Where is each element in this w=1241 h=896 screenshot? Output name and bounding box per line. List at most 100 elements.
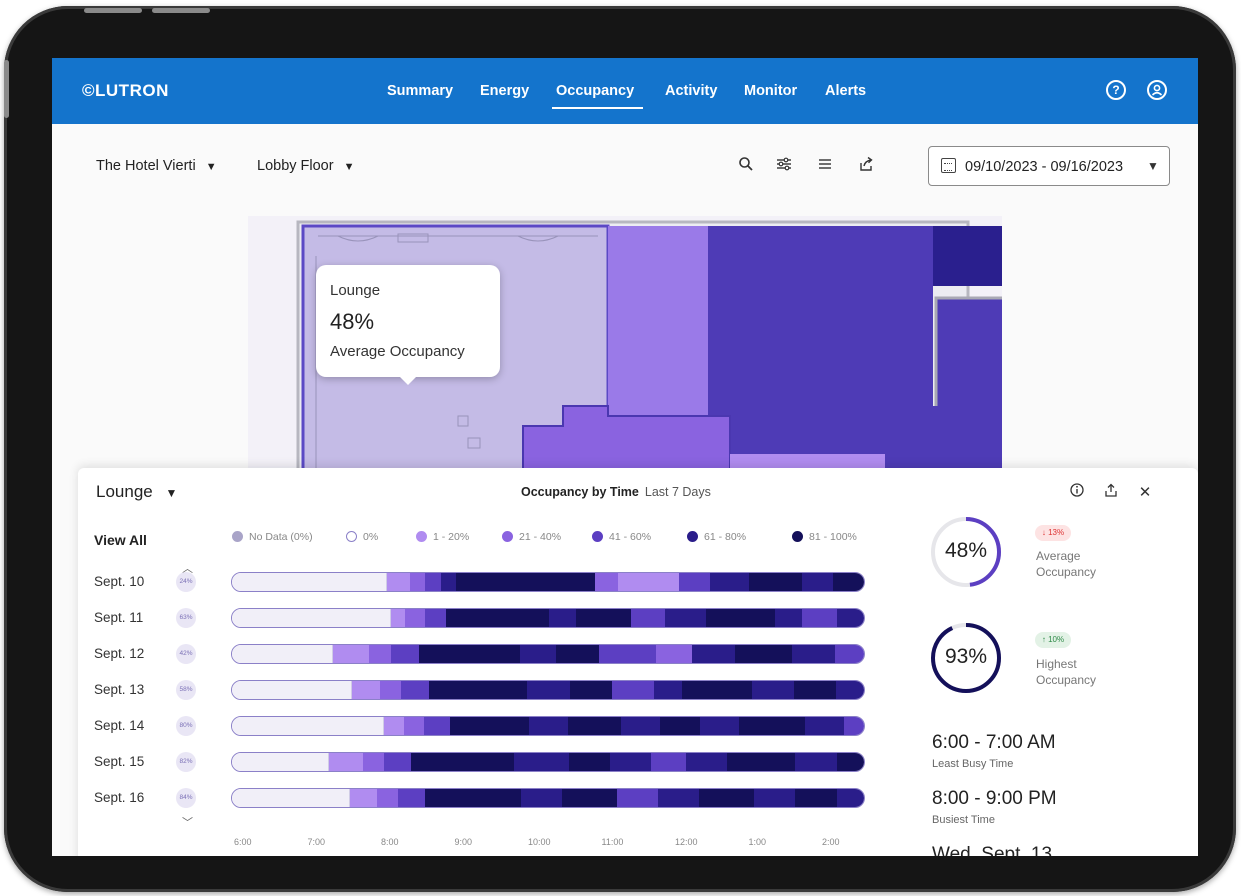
timeline-segment[interactable] bbox=[658, 789, 700, 807]
timeline-segment[interactable] bbox=[333, 645, 370, 663]
timeline-segment[interactable] bbox=[836, 789, 864, 807]
timeline-segment[interactable] bbox=[232, 609, 391, 627]
timeline-segment[interactable] bbox=[748, 573, 803, 591]
timeline-segment[interactable] bbox=[611, 681, 654, 699]
timeline-segment[interactable] bbox=[691, 645, 735, 663]
timeline-segment[interactable] bbox=[363, 753, 384, 771]
timeline-segment[interactable] bbox=[665, 609, 707, 627]
timeline-segment[interactable] bbox=[390, 645, 420, 663]
date-range-picker[interactable]: 09/10/2023 - 09/16/2023 ▼ bbox=[928, 146, 1170, 186]
help-icon[interactable]: ? bbox=[1106, 80, 1126, 100]
view-all-link[interactable]: View All bbox=[94, 532, 147, 548]
timeline-segment[interactable] bbox=[699, 717, 740, 735]
timeline-segment[interactable] bbox=[835, 681, 864, 699]
timeline-segment[interactable] bbox=[456, 573, 595, 591]
timeline-segment[interactable] bbox=[369, 645, 391, 663]
nav-monitor[interactable]: Monitor bbox=[744, 83, 797, 99]
timeline-segment[interactable] bbox=[617, 789, 659, 807]
timeline-segment[interactable] bbox=[232, 753, 330, 771]
timeline-segment[interactable] bbox=[754, 789, 796, 807]
timeline-segment[interactable] bbox=[739, 717, 805, 735]
timeline-segment[interactable] bbox=[548, 609, 576, 627]
timeline-segment[interactable] bbox=[329, 753, 364, 771]
room-c[interactable] bbox=[708, 226, 933, 406]
timeline-segment[interactable] bbox=[751, 681, 794, 699]
timeline-segment[interactable] bbox=[397, 789, 426, 807]
account-icon[interactable] bbox=[1147, 80, 1167, 100]
timeline-segment[interactable] bbox=[445, 609, 549, 627]
nav-activity[interactable]: Activity bbox=[665, 83, 717, 99]
room-dropdown[interactable]: Lounge ▼ bbox=[96, 482, 177, 502]
timeline-segment[interactable] bbox=[575, 609, 631, 627]
timeline-segment[interactable] bbox=[232, 645, 334, 663]
occupancy-timeline-bar[interactable] bbox=[231, 572, 865, 592]
timeline-segment[interactable] bbox=[232, 789, 350, 807]
share-icon[interactable] bbox=[855, 156, 877, 178]
timeline-segment[interactable] bbox=[660, 717, 700, 735]
occupancy-timeline-bar[interactable] bbox=[231, 716, 865, 736]
timeline-segment[interactable] bbox=[569, 681, 612, 699]
occupancy-timeline-bar[interactable] bbox=[231, 752, 865, 772]
timeline-segment[interactable] bbox=[528, 717, 569, 735]
timeline-segment[interactable] bbox=[836, 609, 864, 627]
scroll-down-icon[interactable]: ﹀ bbox=[182, 814, 193, 830]
nav-summary[interactable]: Summary bbox=[387, 83, 453, 99]
timeline-segment[interactable] bbox=[419, 645, 520, 663]
list-icon[interactable] bbox=[814, 156, 836, 178]
timeline-segment[interactable] bbox=[802, 573, 834, 591]
timeline-segment[interactable] bbox=[795, 753, 837, 771]
timeline-segment[interactable] bbox=[568, 717, 621, 735]
nav-occupancy[interactable]: Occupancy bbox=[556, 83, 634, 99]
timeline-segment[interactable] bbox=[232, 681, 353, 699]
timeline-segment[interactable] bbox=[802, 609, 837, 627]
floor-dropdown[interactable]: Lobby Floor ▼ bbox=[257, 158, 355, 174]
timeline-segment[interactable] bbox=[699, 789, 755, 807]
timeline-segment[interactable] bbox=[440, 573, 457, 591]
timeline-segment[interactable] bbox=[383, 753, 412, 771]
timeline-segment[interactable] bbox=[833, 573, 864, 591]
timeline-segment[interactable] bbox=[449, 717, 529, 735]
timeline-segment[interactable] bbox=[651, 753, 686, 771]
timeline-segment[interactable] bbox=[527, 681, 570, 699]
timeline-segment[interactable] bbox=[380, 681, 402, 699]
timeline-segment[interactable] bbox=[594, 573, 618, 591]
timeline-segment[interactable] bbox=[792, 645, 836, 663]
occupancy-timeline-bar[interactable] bbox=[231, 680, 865, 700]
timeline-segment[interactable] bbox=[734, 645, 793, 663]
room-d[interactable] bbox=[933, 226, 1002, 286]
nav-energy[interactable]: Energy bbox=[480, 83, 529, 99]
occupancy-timeline-bar[interactable] bbox=[231, 644, 865, 664]
timeline-segment[interactable] bbox=[403, 717, 424, 735]
timeline-segment[interactable] bbox=[598, 645, 657, 663]
timeline-segment[interactable] bbox=[804, 717, 845, 735]
timeline-segment[interactable] bbox=[386, 573, 410, 591]
occupancy-timeline-bar[interactable] bbox=[231, 788, 865, 808]
timeline-segment[interactable] bbox=[425, 609, 446, 627]
timeline-segment[interactable] bbox=[562, 789, 618, 807]
timeline-segment[interactable] bbox=[793, 681, 836, 699]
timeline-segment[interactable] bbox=[620, 717, 661, 735]
timeline-segment[interactable] bbox=[384, 717, 404, 735]
timeline-segment[interactable] bbox=[410, 573, 426, 591]
search-icon[interactable] bbox=[735, 156, 757, 178]
timeline-segment[interactable] bbox=[610, 753, 652, 771]
timeline-segment[interactable] bbox=[401, 681, 430, 699]
timeline-segment[interactable] bbox=[835, 645, 864, 663]
close-icon[interactable]: ✕ bbox=[1136, 483, 1154, 501]
timeline-segment[interactable] bbox=[617, 573, 680, 591]
timeline-segment[interactable] bbox=[425, 789, 522, 807]
timeline-segment[interactable] bbox=[423, 717, 450, 735]
timeline-segment[interactable] bbox=[425, 573, 441, 591]
timeline-segment[interactable] bbox=[377, 789, 398, 807]
occupancy-timeline-bar[interactable] bbox=[231, 608, 865, 628]
timeline-segment[interactable] bbox=[774, 609, 803, 627]
timeline-segment[interactable] bbox=[514, 753, 570, 771]
timeline-segment[interactable] bbox=[352, 681, 381, 699]
timeline-segment[interactable] bbox=[519, 645, 556, 663]
timeline-segment[interactable] bbox=[411, 753, 515, 771]
filter-sliders-icon[interactable] bbox=[773, 156, 795, 178]
nav-alerts[interactable]: Alerts bbox=[825, 83, 866, 99]
timeline-segment[interactable] bbox=[390, 609, 405, 627]
timeline-segment[interactable] bbox=[710, 573, 749, 591]
timeline-segment[interactable] bbox=[656, 645, 692, 663]
